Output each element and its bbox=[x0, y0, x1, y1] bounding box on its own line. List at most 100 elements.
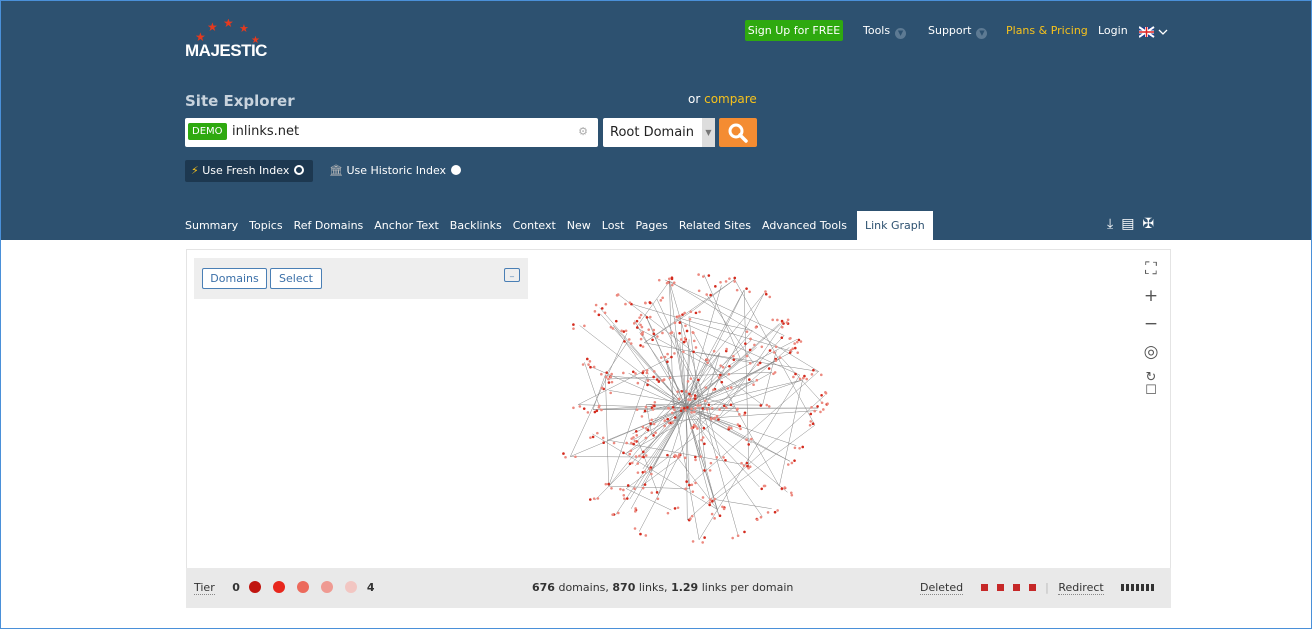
graph-node[interactable] bbox=[707, 274, 711, 277]
graph-node[interactable] bbox=[678, 314, 681, 318]
graph-node[interactable] bbox=[639, 337, 643, 341]
graph-node[interactable] bbox=[756, 518, 759, 522]
graph-node[interactable] bbox=[788, 337, 791, 340]
graph-node[interactable] bbox=[659, 299, 663, 302]
graph-node[interactable] bbox=[712, 417, 716, 421]
graph-node[interactable] bbox=[634, 507, 637, 510]
graph-node[interactable] bbox=[642, 450, 645, 454]
graph-node[interactable] bbox=[646, 379, 650, 382]
graph-node[interactable] bbox=[677, 397, 681, 401]
graph-node[interactable] bbox=[635, 319, 639, 323]
graph-node[interactable] bbox=[635, 434, 639, 437]
graph-node[interactable] bbox=[691, 490, 695, 493]
graph-node[interactable] bbox=[732, 354, 735, 358]
download-icon[interactable]: ⤓ bbox=[1107, 216, 1113, 232]
graph-node[interactable] bbox=[772, 372, 775, 376]
graph-node[interactable] bbox=[805, 377, 809, 381]
graph-node[interactable] bbox=[602, 441, 605, 445]
graph-node[interactable] bbox=[687, 398, 690, 401]
graph-node[interactable] bbox=[715, 414, 719, 418]
graph-node[interactable] bbox=[710, 406, 714, 410]
graph-node[interactable] bbox=[700, 438, 703, 442]
language-selector[interactable] bbox=[1138, 24, 1171, 38]
fresh-index-toggle[interactable]: ⚡ Use Fresh Index bbox=[185, 160, 313, 182]
graph-node[interactable] bbox=[644, 405, 648, 409]
graph-node[interactable] bbox=[649, 422, 652, 425]
graph-node[interactable] bbox=[722, 404, 726, 408]
graph-node[interactable] bbox=[748, 290, 751, 294]
graph-node[interactable] bbox=[718, 408, 721, 411]
graph-node[interactable] bbox=[709, 498, 712, 501]
graph-node[interactable] bbox=[622, 488, 625, 492]
graph-node[interactable] bbox=[564, 455, 567, 459]
graph-node[interactable] bbox=[588, 498, 592, 501]
graph-node[interactable] bbox=[773, 510, 777, 514]
tools-icon[interactable]: ✠ bbox=[1142, 216, 1154, 232]
graph-node[interactable] bbox=[684, 324, 687, 328]
graph-node[interactable] bbox=[686, 406, 689, 409]
logo[interactable]: ★ ★ ★ ★ ★ MAJESTIC bbox=[185, 19, 275, 64]
graph-node[interactable] bbox=[689, 310, 693, 314]
graph-node[interactable] bbox=[690, 483, 694, 487]
graph-node[interactable] bbox=[697, 289, 701, 293]
graph-node[interactable] bbox=[733, 276, 737, 280]
graph-node[interactable] bbox=[673, 454, 677, 457]
zoom-in-icon[interactable]: + bbox=[1141, 286, 1161, 306]
graph-node[interactable] bbox=[582, 407, 586, 410]
graph-node[interactable] bbox=[614, 319, 618, 323]
graph-node[interactable] bbox=[713, 517, 716, 520]
graph-node[interactable] bbox=[589, 436, 592, 439]
graph-node[interactable] bbox=[726, 387, 729, 390]
graph-node[interactable] bbox=[634, 510, 637, 513]
graph-node[interactable] bbox=[670, 355, 673, 359]
graph-node[interactable] bbox=[682, 340, 686, 344]
graph-node[interactable] bbox=[634, 372, 637, 375]
graph-node[interactable] bbox=[790, 491, 793, 495]
graph-node[interactable] bbox=[793, 459, 796, 462]
graph-node[interactable] bbox=[780, 319, 784, 323]
graph-node[interactable] bbox=[624, 329, 628, 333]
graph-node[interactable] bbox=[691, 540, 695, 543]
graph-node[interactable] bbox=[783, 486, 787, 489]
graph-node[interactable] bbox=[663, 424, 666, 428]
graph-node[interactable] bbox=[670, 411, 674, 415]
graph-node[interactable] bbox=[650, 418, 653, 422]
graph-node[interactable] bbox=[774, 359, 778, 362]
search-button[interactable] bbox=[719, 118, 757, 147]
zoom-out-icon[interactable]: − bbox=[1141, 314, 1161, 334]
graph-node[interactable] bbox=[636, 462, 640, 465]
graph-node[interactable] bbox=[657, 278, 661, 282]
graph-node[interactable] bbox=[708, 501, 712, 504]
graph-node[interactable] bbox=[640, 415, 644, 418]
graph-node[interactable] bbox=[609, 375, 613, 379]
graph-node[interactable] bbox=[589, 365, 592, 369]
graph-node[interactable] bbox=[752, 383, 755, 387]
graph-node[interactable] bbox=[780, 487, 784, 490]
graph-node[interactable] bbox=[655, 491, 659, 494]
graph-node[interactable] bbox=[772, 351, 776, 354]
graph-node[interactable] bbox=[693, 394, 697, 397]
graph-node[interactable] bbox=[680, 406, 683, 410]
graph-node[interactable] bbox=[588, 360, 592, 363]
graph-node[interactable] bbox=[816, 405, 819, 408]
graph-node[interactable] bbox=[642, 455, 645, 459]
graph-node[interactable] bbox=[643, 483, 647, 486]
graph-node[interactable] bbox=[745, 287, 748, 290]
graph-node[interactable] bbox=[694, 481, 697, 485]
graph-node[interactable] bbox=[623, 340, 626, 343]
graph-node[interactable] bbox=[724, 280, 728, 283]
graph-node[interactable] bbox=[652, 375, 655, 379]
graph-node[interactable] bbox=[788, 351, 792, 354]
graph-node[interactable] bbox=[626, 484, 630, 487]
graph-node[interactable] bbox=[657, 380, 661, 383]
tab-lost[interactable]: Lost bbox=[597, 211, 630, 240]
graph-node[interactable] bbox=[623, 497, 626, 500]
graph-node[interactable] bbox=[678, 453, 681, 456]
graph-node[interactable] bbox=[676, 390, 679, 393]
nav-support[interactable]: Support ▼ bbox=[928, 24, 988, 39]
graph-node[interactable] bbox=[581, 363, 585, 366]
graph-node[interactable] bbox=[701, 496, 705, 499]
graph-node[interactable] bbox=[688, 317, 692, 321]
graph-node[interactable] bbox=[745, 438, 748, 442]
graph-node[interactable] bbox=[793, 342, 796, 345]
